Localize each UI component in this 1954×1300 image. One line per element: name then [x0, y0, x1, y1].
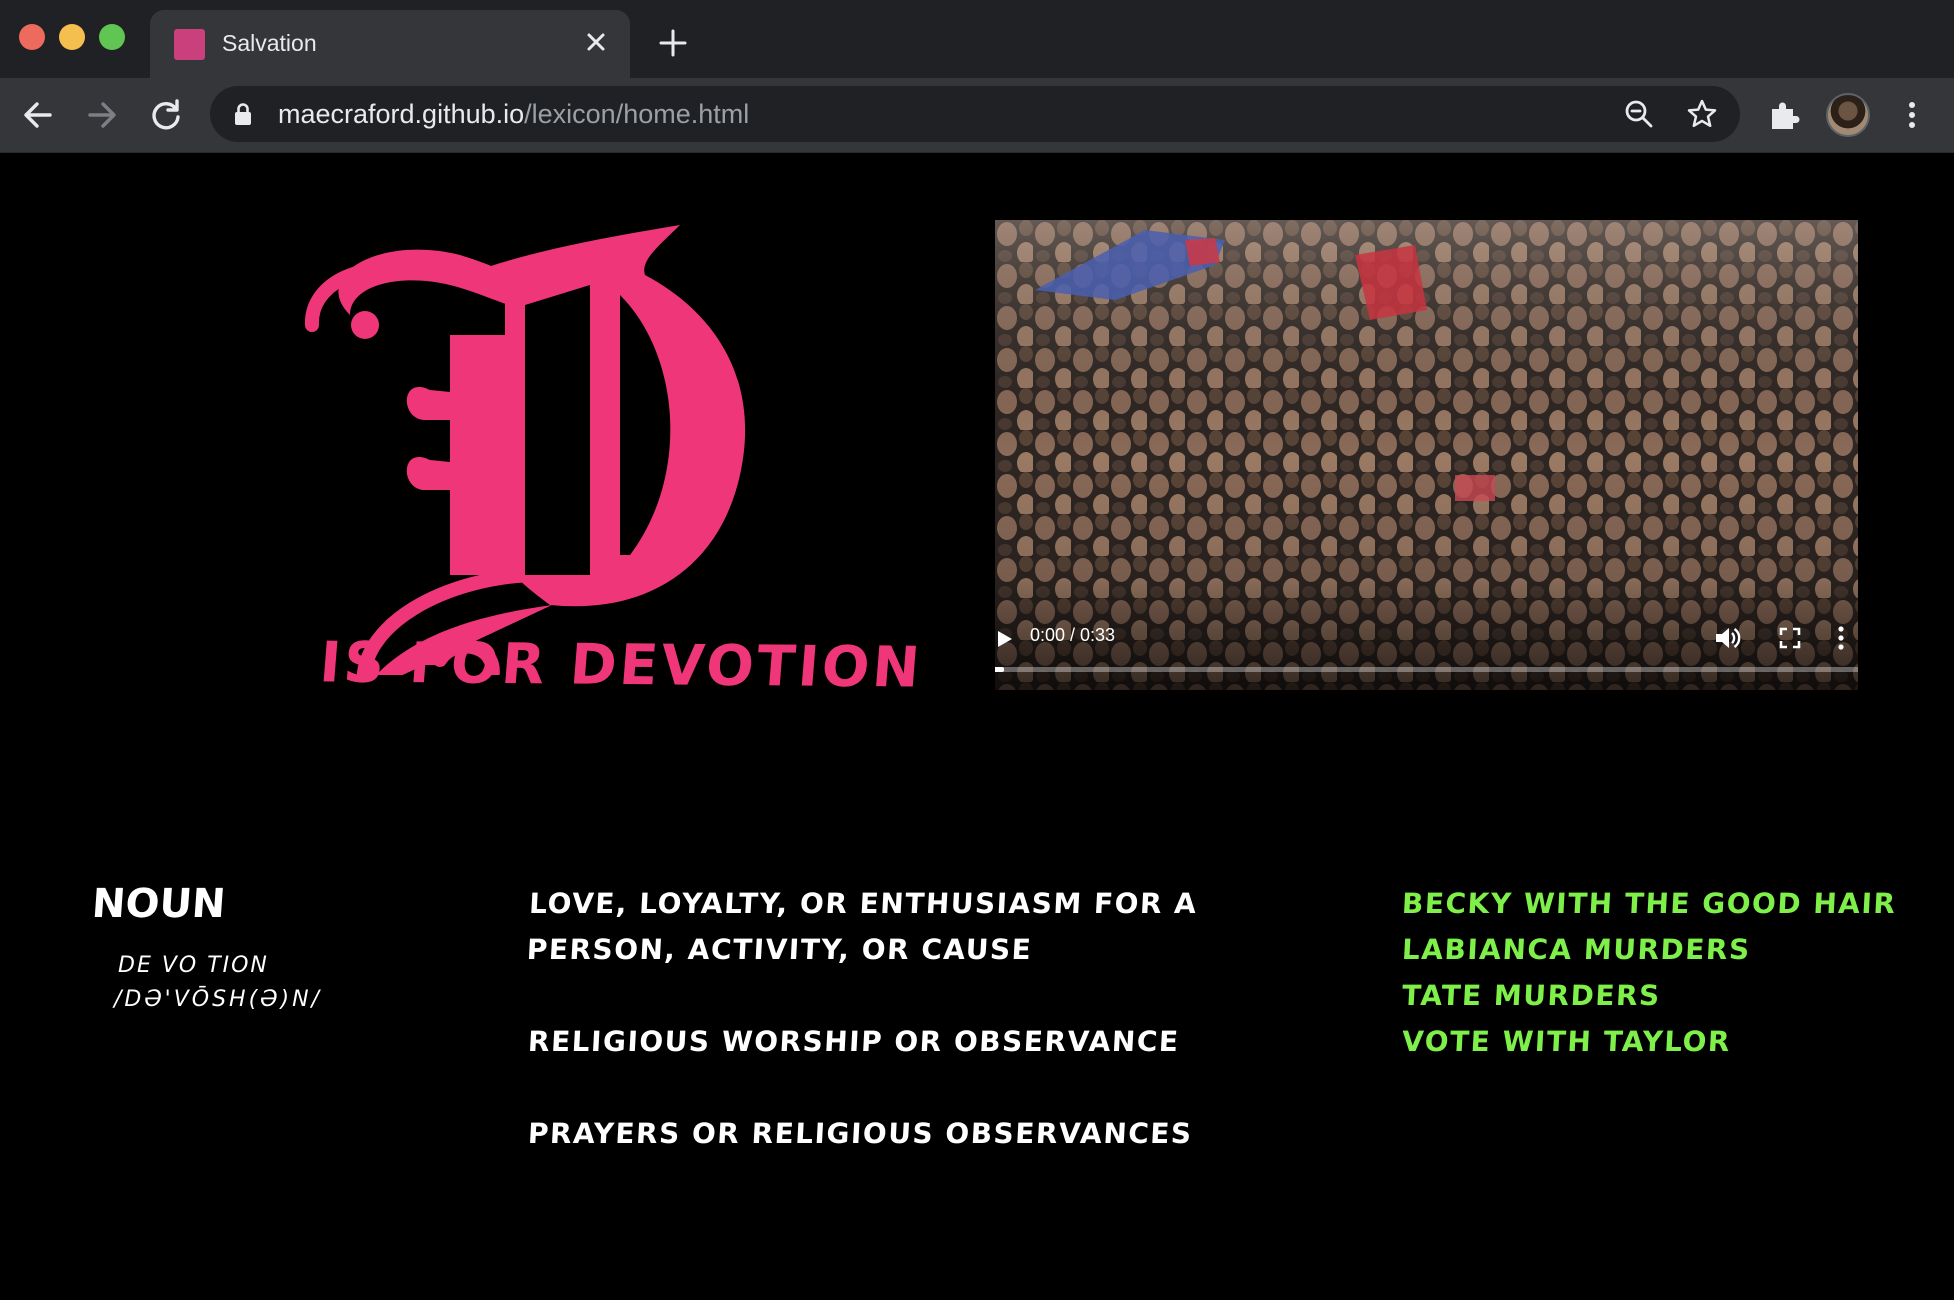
- back-arrow-icon[interactable]: [18, 95, 58, 135]
- video-progress-bar[interactable]: [995, 667, 1858, 672]
- play-icon[interactable]: [995, 628, 1015, 650]
- related-item: Becky with the good hair: [1401, 881, 1898, 927]
- profile-avatar[interactable]: [1826, 93, 1870, 137]
- url-text[interactable]: maecraford.github.io/lexicon/home.html: [278, 99, 749, 130]
- more-menu-icon[interactable]: [1894, 97, 1930, 133]
- definition-item: love, loyalty, or enthusiasm for a perso…: [525, 887, 1199, 966]
- related-item: Vote with Taylor: [1401, 1019, 1898, 1065]
- forward-arrow-icon[interactable]: [82, 95, 122, 135]
- blackletter-d-logo: [305, 225, 746, 675]
- browser-toolbar: maecraford.github.io/lexicon/home.html: [0, 78, 1954, 153]
- minimize-window-button[interactable]: [59, 24, 85, 50]
- close-window-button[interactable]: [19, 24, 45, 50]
- pronunciation: /də'vōSH(ə)n/: [114, 987, 322, 1012]
- related-item: LaBianca murders: [1401, 927, 1898, 973]
- related-item: Tate murders: [1401, 973, 1898, 1019]
- part-of-speech: Noun: [90, 881, 228, 927]
- tab-title: Salvation: [222, 30, 317, 56]
- video-more-options-icon[interactable]: [1836, 624, 1846, 652]
- page-content: is for devotion: [0, 153, 1954, 1300]
- related-links-list: Becky with the good hair LaBianca murder…: [1401, 881, 1898, 1065]
- new-tab-icon[interactable]: [656, 26, 690, 60]
- tab-close-icon[interactable]: [580, 26, 612, 58]
- address-bar[interactable]: maecraford.github.io/lexicon/home.html: [210, 86, 1740, 142]
- definition-list: love, loyalty, or enthusiasm for a perso…: [525, 881, 1328, 1203]
- bookmark-star-icon[interactable]: [1686, 98, 1718, 130]
- browser-title-bar: Salvation: [0, 0, 1954, 78]
- video-progress-fill: [995, 667, 1005, 672]
- lock-icon[interactable]: [232, 102, 254, 126]
- related-link-becky[interactable]: Becky with the good hair: [1401, 881, 1898, 927]
- related-link-tate[interactable]: Tate murders: [1401, 973, 1898, 1019]
- definition-item: prayers or religious observances: [527, 1117, 1194, 1150]
- related-link-vote[interactable]: Vote with Taylor: [1401, 1019, 1898, 1065]
- url-path: /lexicon/home.html: [524, 99, 750, 129]
- maximize-window-button[interactable]: [99, 24, 125, 50]
- definition-item: religious worship or observance: [527, 1025, 1181, 1058]
- fullscreen-icon[interactable]: [1778, 626, 1802, 650]
- browser-tab-active[interactable]: Salvation: [150, 10, 630, 78]
- tab-favicon-icon: [174, 29, 205, 60]
- url-host: maecraford.github.io: [278, 99, 525, 129]
- extensions-puzzle-icon[interactable]: [1766, 97, 1802, 133]
- syllabification: de vo tion: [118, 953, 269, 978]
- reload-icon[interactable]: [146, 95, 186, 135]
- hero-tagline: is for devotion: [317, 630, 925, 701]
- volume-icon[interactable]: [1713, 624, 1741, 652]
- video-time: 0:00 / 0:33: [1030, 625, 1116, 645]
- video-player[interactable]: 0:00 / 0:33: [995, 220, 1858, 690]
- related-link-labianca[interactable]: LaBianca murders: [1401, 927, 1898, 973]
- zoom-icon[interactable]: [1623, 98, 1655, 130]
